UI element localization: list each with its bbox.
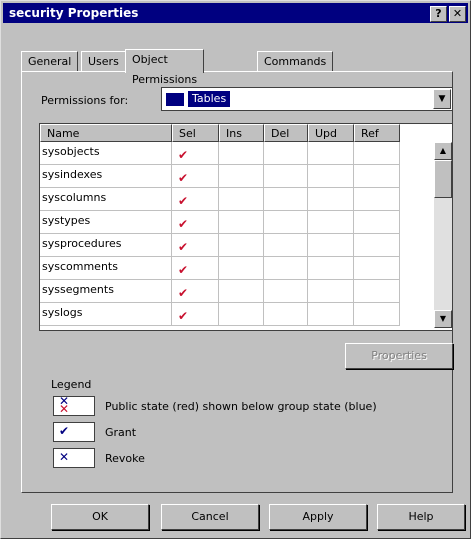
properties-button[interactable]: Properties <box>345 343 453 369</box>
grant-check-icon[interactable]: ✔ <box>172 165 219 188</box>
table-row[interactable]: syssegments ✔ <box>40 280 430 303</box>
del-cell[interactable] <box>264 142 308 165</box>
help-title-button[interactable]: ? <box>430 6 447 22</box>
object-name: syscolumns <box>40 188 172 211</box>
scroll-thumb[interactable] <box>434 160 452 198</box>
ref-cell[interactable] <box>354 234 400 257</box>
ref-cell[interactable] <box>354 257 400 280</box>
table-row[interactable]: sysindexes ✔ <box>40 165 430 188</box>
ref-cell[interactable] <box>354 303 400 326</box>
table-icon <box>165 92 185 107</box>
upd-cell[interactable] <box>308 211 354 234</box>
grant-check-icon[interactable]: ✔ <box>172 142 219 165</box>
apply-button[interactable]: Apply <box>269 504 367 530</box>
del-cell[interactable] <box>264 234 308 257</box>
del-cell[interactable] <box>264 188 308 211</box>
column-header-del[interactable]: Del <box>264 124 308 142</box>
grant-check-icon[interactable]: ✔ <box>172 211 219 234</box>
del-cell[interactable] <box>264 280 308 303</box>
tab-commands[interactable]: Commands <box>257 51 334 72</box>
upd-cell[interactable] <box>308 188 354 211</box>
close-button[interactable]: ✕ <box>449 6 466 22</box>
table-row[interactable]: systypes ✔ <box>40 211 430 234</box>
grant-swatch: ✔ <box>53 422 95 442</box>
upd-cell[interactable] <box>308 234 354 257</box>
revoke-swatch: ✕ <box>53 448 95 468</box>
ins-cell[interactable] <box>219 165 264 188</box>
object-name: sysprocedures <box>40 234 172 257</box>
legend-title: Legend <box>51 378 92 391</box>
vertical-scrollbar[interactable]: ▲ ▼ <box>434 142 452 328</box>
column-header-name[interactable]: Name <box>40 124 172 142</box>
tab-object-permissions[interactable]: Object Permissions <box>125 49 205 86</box>
del-cell[interactable] <box>264 303 308 326</box>
upd-cell[interactable] <box>308 142 354 165</box>
public-x-icon: ✕ <box>59 402 70 416</box>
tab-users[interactable]: Users <box>81 51 126 72</box>
ins-cell[interactable] <box>219 303 264 326</box>
column-header-sel[interactable]: Sel <box>172 124 219 142</box>
public-state-swatch: ✕ ✕ <box>53 394 95 416</box>
ins-cell[interactable] <box>219 142 264 165</box>
column-header-ref[interactable]: Ref <box>354 124 400 142</box>
ins-cell[interactable] <box>219 211 264 234</box>
ins-cell[interactable] <box>219 257 264 280</box>
object-name: sysobjects <box>40 142 172 165</box>
upd-cell[interactable] <box>308 303 354 326</box>
upd-cell[interactable] <box>308 257 354 280</box>
upd-cell[interactable] <box>308 165 354 188</box>
scroll-down-icon[interactable]: ▼ <box>434 310 452 328</box>
grant-check-icon[interactable]: ✔ <box>172 303 219 326</box>
ref-cell[interactable] <box>354 280 400 303</box>
permissions-grid: Name Sel Ins Del Upd Ref sysobjects ✔ sy… <box>39 123 453 331</box>
grant-check-icon[interactable]: ✔ <box>172 234 219 257</box>
del-cell[interactable] <box>264 257 308 280</box>
grant-check-icon: ✔ <box>59 424 70 438</box>
object-name: syssegments <box>40 280 172 303</box>
cancel-button[interactable]: Cancel <box>161 504 259 530</box>
permissions-for-value: Tables <box>188 91 231 107</box>
help-button[interactable]: Help <box>377 504 465 530</box>
table-row[interactable]: syscomments ✔ <box>40 257 430 280</box>
grant-check-icon[interactable]: ✔ <box>172 257 219 280</box>
ok-button[interactable]: OK <box>51 504 149 530</box>
object-name: syslogs <box>40 303 172 326</box>
permissions-for-select[interactable]: Tables ▼ <box>161 87 453 111</box>
object-name: syscomments <box>40 257 172 280</box>
legend-grant-text: Grant <box>105 426 137 439</box>
ins-cell[interactable] <box>219 234 264 257</box>
permissions-for-label: Permissions for: <box>41 94 129 107</box>
revoke-x-icon: ✕ <box>59 450 70 464</box>
ins-cell[interactable] <box>219 280 264 303</box>
properties-dialog: security Properties ? ✕ General Users Ob… <box>0 0 471 539</box>
title-bar: security Properties ? ✕ <box>3 3 468 23</box>
ref-cell[interactable] <box>354 211 400 234</box>
ref-cell[interactable] <box>354 165 400 188</box>
column-header-upd[interactable]: Upd <box>308 124 354 142</box>
table-row[interactable]: sysobjects ✔ <box>40 142 430 165</box>
table-row[interactable]: sysprocedures ✔ <box>40 234 430 257</box>
del-cell[interactable] <box>264 211 308 234</box>
del-cell[interactable] <box>264 165 308 188</box>
ref-cell[interactable] <box>354 142 400 165</box>
tab-general[interactable]: General <box>21 51 79 72</box>
ins-cell[interactable] <box>219 188 264 211</box>
grant-check-icon[interactable]: ✔ <box>172 280 219 303</box>
window-title: security Properties <box>9 6 139 20</box>
chevron-down-icon[interactable]: ▼ <box>433 89 451 109</box>
column-header-ins[interactable]: Ins <box>219 124 264 142</box>
table-row[interactable]: syslogs ✔ <box>40 303 430 326</box>
table-row[interactable]: syscolumns ✔ <box>40 188 430 211</box>
ref-cell[interactable] <box>354 188 400 211</box>
upd-cell[interactable] <box>308 280 354 303</box>
legend-public-state-text: Public state (red) shown below group sta… <box>105 400 377 413</box>
grant-check-icon[interactable]: ✔ <box>172 188 219 211</box>
object-name: sysindexes <box>40 165 172 188</box>
legend-revoke-text: Revoke <box>105 452 145 465</box>
scroll-up-icon[interactable]: ▲ <box>434 142 452 160</box>
object-name: systypes <box>40 211 172 234</box>
